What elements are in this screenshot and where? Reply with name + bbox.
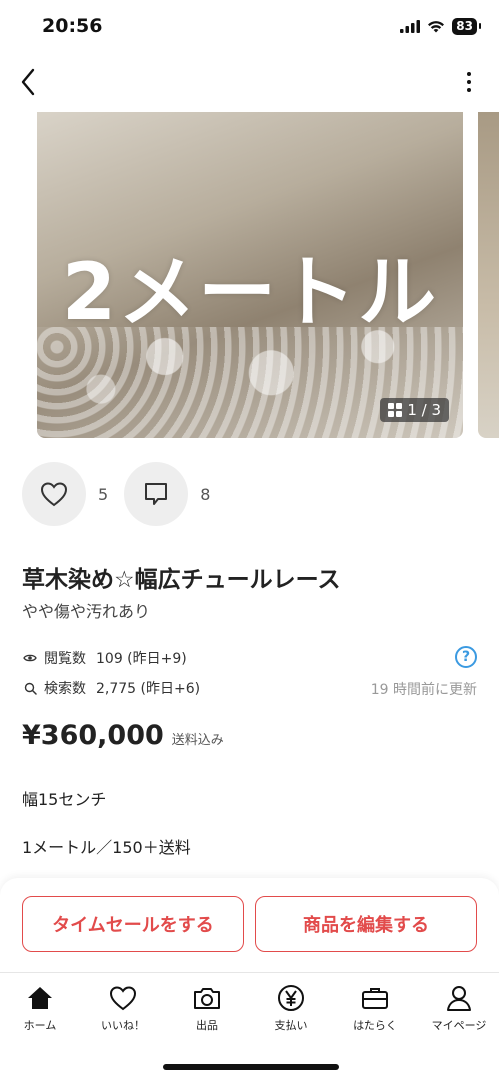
photo-gallery[interactable]: 2メートル 1 / 3 xyxy=(0,112,499,440)
search-label: 検索数 xyxy=(44,681,86,697)
signal-icon xyxy=(400,20,421,33)
heart-icon xyxy=(109,986,137,1011)
tab-home[interactable]: ホーム xyxy=(2,983,78,1033)
more-dot-icon xyxy=(467,72,471,76)
price: ¥360,000 xyxy=(22,720,164,751)
tab-sell[interactable]: 出品 xyxy=(169,983,245,1033)
item-title: 草木染め☆幅広チュールレース xyxy=(22,567,341,593)
views-value: 109 (昨日+9) xyxy=(96,651,187,667)
tab-work-label: はたらく xyxy=(353,1019,397,1032)
photo-counter[interactable]: 1 / 3 xyxy=(380,398,449,422)
status-time: 20:56 xyxy=(42,15,103,37)
updated-time: 19 時間前に更新 xyxy=(370,682,477,698)
more-dot-icon xyxy=(467,88,471,92)
description-line: 1メートル／150＋送料 xyxy=(22,838,191,857)
help-icon[interactable]: ? xyxy=(455,646,477,668)
tab-likes[interactable]: いいね！ xyxy=(85,983,161,1033)
tab-work[interactable]: はたらく xyxy=(337,983,413,1033)
tab-mypage[interactable]: マイページ xyxy=(421,983,497,1033)
home-icon xyxy=(28,987,52,1009)
tab-mypage-label: マイページ xyxy=(431,1019,487,1032)
tab-sell-label: 出品 xyxy=(196,1019,218,1032)
tab-likes-label: いいね！ xyxy=(101,1019,145,1032)
eye-icon xyxy=(22,653,38,663)
comment-button[interactable] xyxy=(124,462,189,526)
timesale-button[interactable]: タイムセールをする xyxy=(22,896,244,952)
status-icons: 83 xyxy=(400,18,481,35)
person-icon xyxy=(447,986,471,1011)
tab-home-label: ホーム xyxy=(23,1019,57,1032)
tab-payment-label: 支払い xyxy=(274,1019,308,1032)
grid-icon xyxy=(388,403,403,417)
photo-counter-text: 1 / 3 xyxy=(407,401,441,419)
action-panel: タイムセールをする 商品を編集する xyxy=(0,878,499,972)
battery-indicator: 83 xyxy=(452,18,481,35)
tab-bar: ホーム いいね！ 出品 支払い はたらく マイページ xyxy=(0,972,499,1080)
comment-icon xyxy=(145,483,168,505)
back-button[interactable] xyxy=(12,66,44,98)
home-indicator xyxy=(163,1064,339,1070)
price-block: ¥360,000 送料込み xyxy=(22,720,224,751)
item-condition: やや傷や汚れあり xyxy=(22,602,151,621)
tab-payment[interactable]: 支払い xyxy=(253,983,329,1033)
more-dot-icon xyxy=(467,80,471,84)
photo-overlay-text: 2メートル xyxy=(61,248,439,338)
like-count: 5 xyxy=(98,484,109,504)
edit-item-button[interactable]: 商品を編集する xyxy=(255,896,477,952)
like-button[interactable] xyxy=(22,462,86,526)
nav-bar xyxy=(0,56,499,110)
search-value: 2,775 (昨日+6) xyxy=(96,681,201,697)
reactions-row: 5 8 xyxy=(22,462,226,526)
comment-count: 8 xyxy=(200,484,211,504)
description-line: 幅15センチ xyxy=(22,790,107,809)
views-stat: 閲覧数 109 (昨日+9) xyxy=(22,648,477,668)
camera-icon xyxy=(194,988,220,1009)
search-icon xyxy=(22,682,38,695)
status-bar: 20:56 83 xyxy=(0,0,499,56)
more-options-button[interactable] xyxy=(459,68,479,96)
next-photo-preview[interactable] xyxy=(478,112,499,438)
views-label: 閲覧数 xyxy=(44,651,86,667)
shipping-info: 送料込み xyxy=(171,733,224,748)
product-photo[interactable]: 2メートル 1 / 3 xyxy=(37,112,463,438)
yen-icon xyxy=(278,985,304,1011)
wifi-icon xyxy=(428,21,445,33)
heart-icon xyxy=(40,482,68,507)
briefcase-icon xyxy=(362,988,388,1009)
chevron-left-icon xyxy=(21,68,35,96)
